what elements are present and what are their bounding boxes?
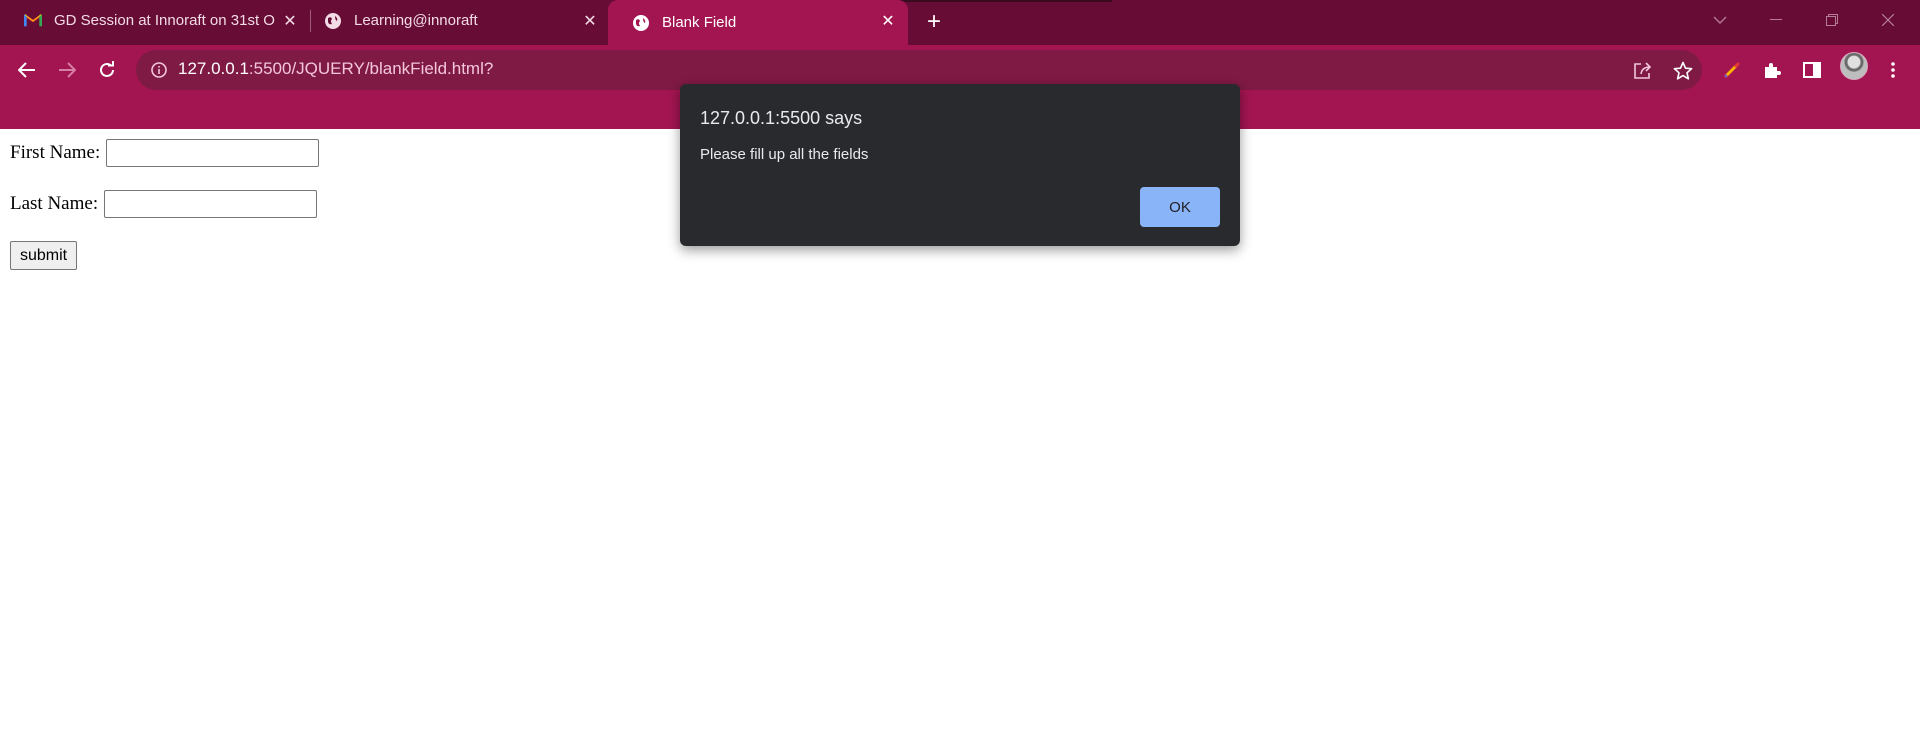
back-button[interactable] — [10, 53, 44, 87]
gmail-icon — [24, 12, 42, 30]
tab-search-icon[interactable] — [1692, 0, 1748, 40]
minimize-icon[interactable] — [1748, 0, 1804, 40]
menu-kebab-icon[interactable] — [1880, 57, 1906, 83]
share-icon[interactable] — [1632, 60, 1654, 82]
tab-gmail[interactable]: GD Session at Innoraft on 31st O ✕ — [0, 0, 300, 41]
globe-icon — [632, 14, 650, 32]
tab-title: Learning@innoraft — [354, 12, 478, 29]
first-name-label: First Name: — [10, 142, 101, 163]
close-tab-icon[interactable]: ✕ — [280, 11, 300, 31]
globe-icon — [324, 12, 342, 30]
profile-avatar[interactable] — [1840, 52, 1868, 80]
ok-button[interactable]: OK — [1140, 187, 1220, 227]
alert-dialog: 127.0.0.1:5500 says Please fill up all t… — [680, 84, 1240, 246]
bookmark-star-icon[interactable] — [1672, 60, 1694, 82]
url-text[interactable]: 127.0.0.1:5500/JQUERY/blankField.html? — [178, 59, 493, 79]
alert-title: 127.0.0.1:5500 says — [700, 108, 863, 128]
tab-strip: GD Session at Innoraft on 31st O ✕ Learn… — [0, 0, 1920, 45]
reload-button[interactable] — [90, 53, 124, 87]
url-host: 127.0.0.1 — [178, 59, 249, 78]
forward-button[interactable] — [50, 53, 84, 87]
tab-title: Blank Field — [662, 14, 737, 31]
tab-blank-field[interactable]: Blank Field ✕ — [608, 0, 908, 45]
side-panel-icon[interactable] — [1799, 57, 1825, 83]
tab-title: GD Session at Innoraft on 31st O — [54, 12, 275, 29]
close-tab-icon[interactable]: ✕ — [878, 11, 898, 31]
submit-button[interactable]: submit — [10, 241, 78, 270]
extensions-puzzle-icon[interactable] — [1759, 57, 1785, 83]
pen-extension-icon[interactable] — [1719, 57, 1745, 83]
last-name-label: Last Name: — [10, 193, 99, 214]
tab-learning[interactable]: Learning@innoraft ✕ — [300, 0, 600, 41]
restore-icon[interactable] — [1804, 0, 1860, 40]
new-tab-button[interactable]: + — [920, 8, 948, 35]
last-name-input[interactable] — [104, 190, 318, 218]
url-path: :5500/JQUERY/blankField.html? — [248, 59, 494, 78]
first-name-input[interactable] — [106, 139, 320, 167]
last-name-row: Last Name: — [10, 190, 318, 218]
close-tab-icon[interactable]: ✕ — [580, 11, 600, 31]
alert-message: Please fill up all the fields — [700, 146, 869, 163]
tab-strip-highlight — [870, 0, 1112, 2]
first-name-row: First Name: — [10, 139, 320, 167]
close-window-icon[interactable] — [1860, 0, 1916, 40]
site-info-icon[interactable] — [150, 61, 168, 79]
